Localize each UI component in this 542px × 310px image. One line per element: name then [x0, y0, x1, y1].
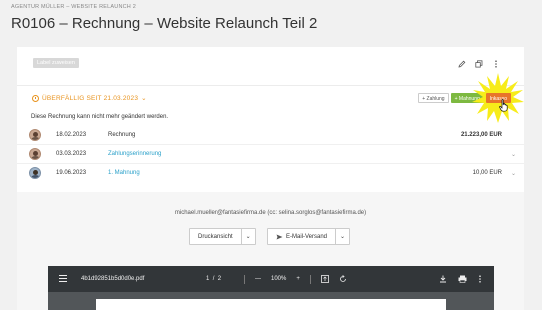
more-vertical-icon[interactable]	[478, 275, 482, 283]
history-row[interactable]: 18.02.2023 Rechnung 21.223,00 EUR	[29, 126, 502, 144]
avatar	[29, 129, 41, 141]
print-icon[interactable]	[458, 275, 467, 283]
print-preview-button[interactable]: Druckansicht	[190, 229, 241, 244]
add-payment-button[interactable]: + Zahlung	[418, 93, 449, 103]
email-send-button[interactable]: E-Mail-Versand	[268, 229, 335, 244]
avatar	[29, 167, 41, 179]
history-amount: 10,00 EUR	[472, 170, 502, 176]
history-date: 18.02.2023	[56, 132, 87, 138]
page-separator: /	[212, 276, 215, 282]
history-row[interactable]: 19.06.2023 1. Mahnung 10,00 EUR ⌄	[29, 164, 516, 182]
fit-page-icon[interactable]	[320, 275, 329, 283]
page-title: R0106 – Rechnung – Website Relaunch Teil…	[11, 15, 318, 32]
chevron-down-icon[interactable]: ⌄	[240, 229, 255, 244]
pencil-icon[interactable]	[458, 60, 466, 68]
history-date: 03.03.2023	[56, 151, 87, 157]
pdf-filename: 4b1d92851b5d0d0e.pdf	[81, 276, 145, 282]
zoom-level[interactable]: 100%	[271, 276, 286, 282]
chevron-down-icon[interactable]: ⌄	[511, 170, 516, 177]
history-amount: 21.223,00 EUR	[460, 132, 502, 138]
pdf-right-tools	[439, 275, 482, 283]
invoice-actions: + Zahlung + Mahnung Inkasso	[418, 93, 511, 103]
page-total: 2	[217, 276, 222, 282]
mail-icon	[276, 234, 283, 239]
history-type-link[interactable]: Zahlungserinnerung	[108, 151, 161, 157]
chevron-down-icon[interactable]: ⌄	[511, 151, 516, 158]
email-send-label: E-Mail-Versand	[286, 233, 328, 240]
zoom-in-button[interactable]: +	[296, 276, 300, 282]
zoom-controls: — 100% +	[244, 274, 347, 284]
pdf-page	[96, 299, 446, 310]
overdue-status[interactable]: ÜBERFÄLLIG SEIT 21.03.2023 ⌄	[32, 94, 147, 102]
history-type: Rechnung	[108, 132, 136, 138]
divider	[17, 85, 524, 86]
avatar	[29, 148, 41, 160]
history-row[interactable]: 03.03.2023 Zahlungserinnerung ⌄	[29, 145, 516, 163]
chevron-down-icon: ⌄	[141, 95, 147, 102]
pdf-viewer[interactable]: 4b1d92851b5d0d0e.pdf 1 / 2 — 100% +	[48, 266, 494, 310]
divider	[309, 274, 311, 284]
more-vertical-icon[interactable]	[492, 60, 500, 68]
copy-icon[interactable]	[475, 60, 483, 68]
zoom-out-button[interactable]: —	[255, 276, 261, 282]
menu-icon[interactable]	[59, 275, 67, 284]
page-current[interactable]: 1	[206, 276, 209, 282]
email-send-group: E-Mail-Versand ⌄	[267, 228, 351, 245]
card-toolbar	[458, 60, 500, 68]
overdue-label: ÜBERFÄLLIG SEIT 21.03.2023	[42, 94, 139, 102]
breadcrumb[interactable]: AGENTUR MÜLLER – WEBSITE RELAUNCH 2	[11, 4, 136, 10]
divider	[244, 274, 245, 284]
rotate-icon[interactable]	[339, 275, 347, 283]
history-type-link[interactable]: 1. Mahnung	[108, 170, 140, 176]
assign-label-button[interactable]: Label zuweisen	[33, 58, 79, 68]
print-preview-group: Druckansicht ⌄	[189, 228, 256, 245]
chevron-down-icon[interactable]: ⌄	[335, 229, 349, 244]
clock-icon	[32, 94, 39, 102]
invoice-card: Label zuweisen ÜBERFÄLLIG SEIT 21.03.202…	[17, 47, 524, 310]
hand-cursor-icon	[499, 99, 508, 112]
pdf-toolbar: 4b1d92851b5d0d0e.pdf 1 / 2 — 100% +	[48, 266, 494, 292]
email-recipients: michael.mueller@fantasiefirma.de (cc: se…	[174, 210, 367, 216]
page-indicator: 1 / 2	[206, 276, 221, 282]
history-date: 19.06.2023	[56, 170, 87, 176]
download-icon[interactable]	[439, 275, 447, 283]
locked-note: Diese Rechnung kann nicht mehr geändert …	[31, 114, 169, 120]
